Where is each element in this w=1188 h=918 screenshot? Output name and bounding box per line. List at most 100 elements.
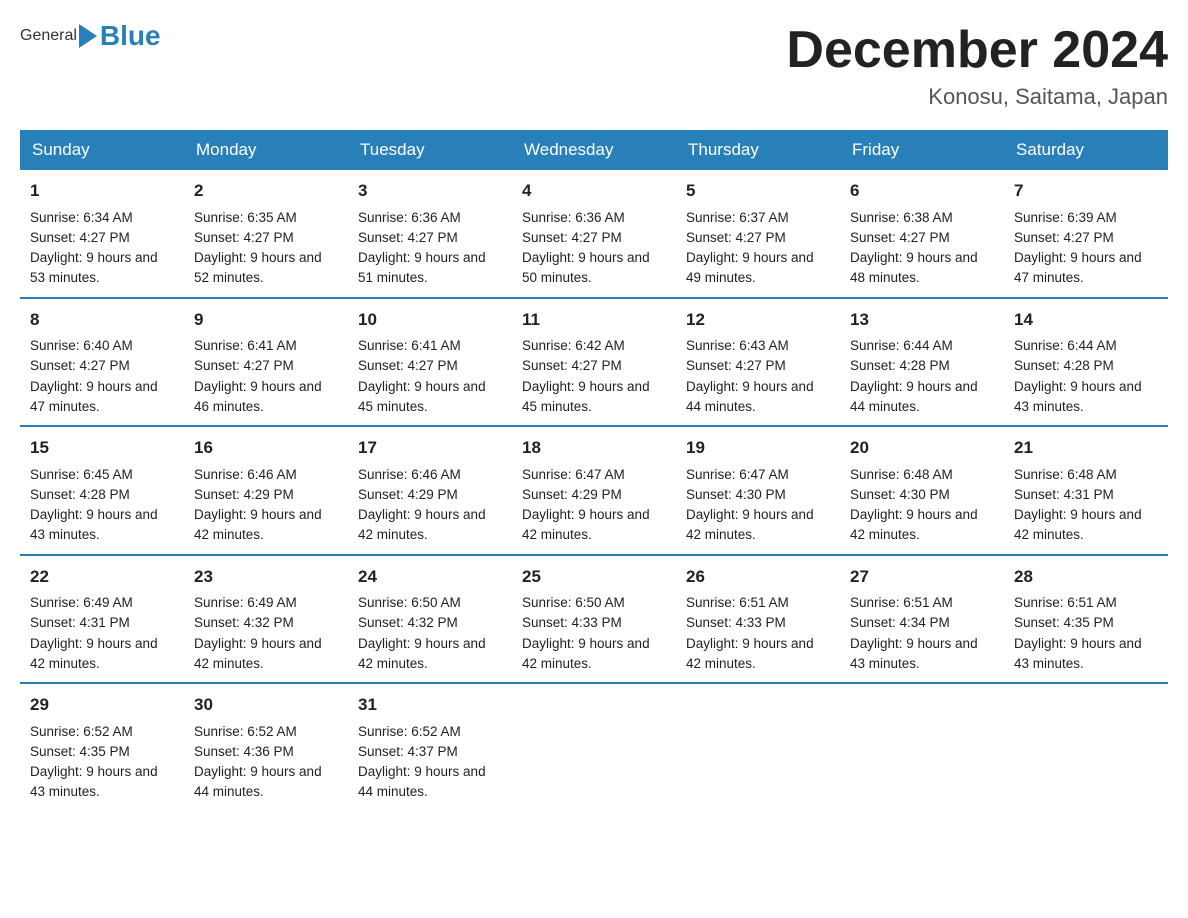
sunset-label: Sunset: 4:28 PM xyxy=(1014,358,1114,373)
daylight-label: Daylight: 9 hours and 42 minutes. xyxy=(358,507,486,542)
sunrise-label: Sunrise: 6:35 AM xyxy=(194,210,297,225)
daylight-label: Daylight: 9 hours and 48 minutes. xyxy=(850,250,978,285)
daylight-label: Daylight: 9 hours and 47 minutes. xyxy=(1014,250,1142,285)
day-number: 2 xyxy=(194,178,338,204)
sunset-label: Sunset: 4:32 PM xyxy=(358,615,458,630)
sunrise-label: Sunrise: 6:51 AM xyxy=(850,595,953,610)
table-row: 5 Sunrise: 6:37 AM Sunset: 4:27 PM Dayli… xyxy=(676,170,840,298)
table-row: 19 Sunrise: 6:47 AM Sunset: 4:30 PM Dayl… xyxy=(676,426,840,555)
sunrise-label: Sunrise: 6:47 AM xyxy=(686,467,789,482)
daylight-label: Daylight: 9 hours and 43 minutes. xyxy=(30,507,158,542)
sunset-label: Sunset: 4:31 PM xyxy=(30,615,130,630)
table-row: 6 Sunrise: 6:38 AM Sunset: 4:27 PM Dayli… xyxy=(840,170,1004,298)
day-number: 29 xyxy=(30,692,174,718)
col-monday: Monday xyxy=(184,130,348,170)
sunrise-label: Sunrise: 6:39 AM xyxy=(1014,210,1117,225)
daylight-label: Daylight: 9 hours and 42 minutes. xyxy=(194,507,322,542)
day-number: 27 xyxy=(850,564,994,590)
logo: General Blue xyxy=(20,20,161,52)
sunrise-label: Sunrise: 6:38 AM xyxy=(850,210,953,225)
sunset-label: Sunset: 4:27 PM xyxy=(358,358,458,373)
sunrise-label: Sunrise: 6:50 AM xyxy=(358,595,461,610)
sunrise-label: Sunrise: 6:36 AM xyxy=(522,210,625,225)
sunrise-label: Sunrise: 6:51 AM xyxy=(1014,595,1117,610)
table-row: 18 Sunrise: 6:47 AM Sunset: 4:29 PM Dayl… xyxy=(512,426,676,555)
col-thursday: Thursday xyxy=(676,130,840,170)
day-number: 26 xyxy=(686,564,830,590)
day-number: 13 xyxy=(850,307,994,333)
sunrise-label: Sunrise: 6:48 AM xyxy=(1014,467,1117,482)
table-row: 8 Sunrise: 6:40 AM Sunset: 4:27 PM Dayli… xyxy=(20,298,184,427)
calendar-table: Sunday Monday Tuesday Wednesday Thursday… xyxy=(20,130,1168,811)
sunset-label: Sunset: 4:27 PM xyxy=(194,230,294,245)
sunrise-label: Sunrise: 6:44 AM xyxy=(1014,338,1117,353)
daylight-label: Daylight: 9 hours and 44 minutes. xyxy=(686,379,814,414)
day-number: 21 xyxy=(1014,435,1158,461)
daylight-label: Daylight: 9 hours and 42 minutes. xyxy=(686,507,814,542)
col-friday: Friday xyxy=(840,130,1004,170)
sunset-label: Sunset: 4:30 PM xyxy=(686,487,786,502)
daylight-label: Daylight: 9 hours and 42 minutes. xyxy=(30,636,158,671)
day-number: 1 xyxy=(30,178,174,204)
daylight-label: Daylight: 9 hours and 47 minutes. xyxy=(30,379,158,414)
daylight-label: Daylight: 9 hours and 42 minutes. xyxy=(194,636,322,671)
sunrise-label: Sunrise: 6:43 AM xyxy=(686,338,789,353)
location: Konosu, Saitama, Japan xyxy=(786,84,1168,110)
sunrise-label: Sunrise: 6:42 AM xyxy=(522,338,625,353)
day-number: 24 xyxy=(358,564,502,590)
daylight-label: Daylight: 9 hours and 45 minutes. xyxy=(522,379,650,414)
col-tuesday: Tuesday xyxy=(348,130,512,170)
sunrise-label: Sunrise: 6:52 AM xyxy=(194,724,297,739)
daylight-label: Daylight: 9 hours and 43 minutes. xyxy=(1014,379,1142,414)
daylight-label: Daylight: 9 hours and 49 minutes. xyxy=(686,250,814,285)
day-number: 10 xyxy=(358,307,502,333)
table-row: 3 Sunrise: 6:36 AM Sunset: 4:27 PM Dayli… xyxy=(348,170,512,298)
daylight-label: Daylight: 9 hours and 50 minutes. xyxy=(522,250,650,285)
table-row: 10 Sunrise: 6:41 AM Sunset: 4:27 PM Dayl… xyxy=(348,298,512,427)
sunset-label: Sunset: 4:27 PM xyxy=(686,358,786,373)
table-row: 14 Sunrise: 6:44 AM Sunset: 4:28 PM Dayl… xyxy=(1004,298,1168,427)
sunset-label: Sunset: 4:27 PM xyxy=(358,230,458,245)
sunset-label: Sunset: 4:27 PM xyxy=(850,230,950,245)
sunset-label: Sunset: 4:35 PM xyxy=(1014,615,1114,630)
table-row: 26 Sunrise: 6:51 AM Sunset: 4:33 PM Dayl… xyxy=(676,555,840,684)
sunset-label: Sunset: 4:29 PM xyxy=(522,487,622,502)
sunrise-label: Sunrise: 6:40 AM xyxy=(30,338,133,353)
sunset-label: Sunset: 4:36 PM xyxy=(194,744,294,759)
table-row xyxy=(676,683,840,811)
table-row: 21 Sunrise: 6:48 AM Sunset: 4:31 PM Dayl… xyxy=(1004,426,1168,555)
sunrise-label: Sunrise: 6:52 AM xyxy=(30,724,133,739)
table-row: 11 Sunrise: 6:42 AM Sunset: 4:27 PM Dayl… xyxy=(512,298,676,427)
sunset-label: Sunset: 4:33 PM xyxy=(522,615,622,630)
daylight-label: Daylight: 9 hours and 46 minutes. xyxy=(194,379,322,414)
sunset-label: Sunset: 4:35 PM xyxy=(30,744,130,759)
logo-blue-text: Blue xyxy=(100,20,161,52)
sunrise-label: Sunrise: 6:51 AM xyxy=(686,595,789,610)
sunset-label: Sunset: 4:27 PM xyxy=(522,230,622,245)
table-row: 7 Sunrise: 6:39 AM Sunset: 4:27 PM Dayli… xyxy=(1004,170,1168,298)
sunset-label: Sunset: 4:27 PM xyxy=(1014,230,1114,245)
sunrise-label: Sunrise: 6:44 AM xyxy=(850,338,953,353)
sunset-label: Sunset: 4:29 PM xyxy=(194,487,294,502)
table-row: 12 Sunrise: 6:43 AM Sunset: 4:27 PM Dayl… xyxy=(676,298,840,427)
col-sunday: Sunday xyxy=(20,130,184,170)
day-number: 8 xyxy=(30,307,174,333)
sunrise-label: Sunrise: 6:50 AM xyxy=(522,595,625,610)
sunrise-label: Sunrise: 6:48 AM xyxy=(850,467,953,482)
daylight-label: Daylight: 9 hours and 42 minutes. xyxy=(358,636,486,671)
month-title: December 2024 xyxy=(786,20,1168,80)
daylight-label: Daylight: 9 hours and 44 minutes. xyxy=(850,379,978,414)
daylight-label: Daylight: 9 hours and 45 minutes. xyxy=(358,379,486,414)
day-number: 4 xyxy=(522,178,666,204)
day-number: 9 xyxy=(194,307,338,333)
sunrise-label: Sunrise: 6:47 AM xyxy=(522,467,625,482)
sunset-label: Sunset: 4:28 PM xyxy=(30,487,130,502)
header-row: Sunday Monday Tuesday Wednesday Thursday… xyxy=(20,130,1168,170)
day-number: 19 xyxy=(686,435,830,461)
table-row: 1 Sunrise: 6:34 AM Sunset: 4:27 PM Dayli… xyxy=(20,170,184,298)
sunset-label: Sunset: 4:28 PM xyxy=(850,358,950,373)
table-row: 28 Sunrise: 6:51 AM Sunset: 4:35 PM Dayl… xyxy=(1004,555,1168,684)
col-saturday: Saturday xyxy=(1004,130,1168,170)
table-row xyxy=(840,683,1004,811)
table-row: 23 Sunrise: 6:49 AM Sunset: 4:32 PM Dayl… xyxy=(184,555,348,684)
